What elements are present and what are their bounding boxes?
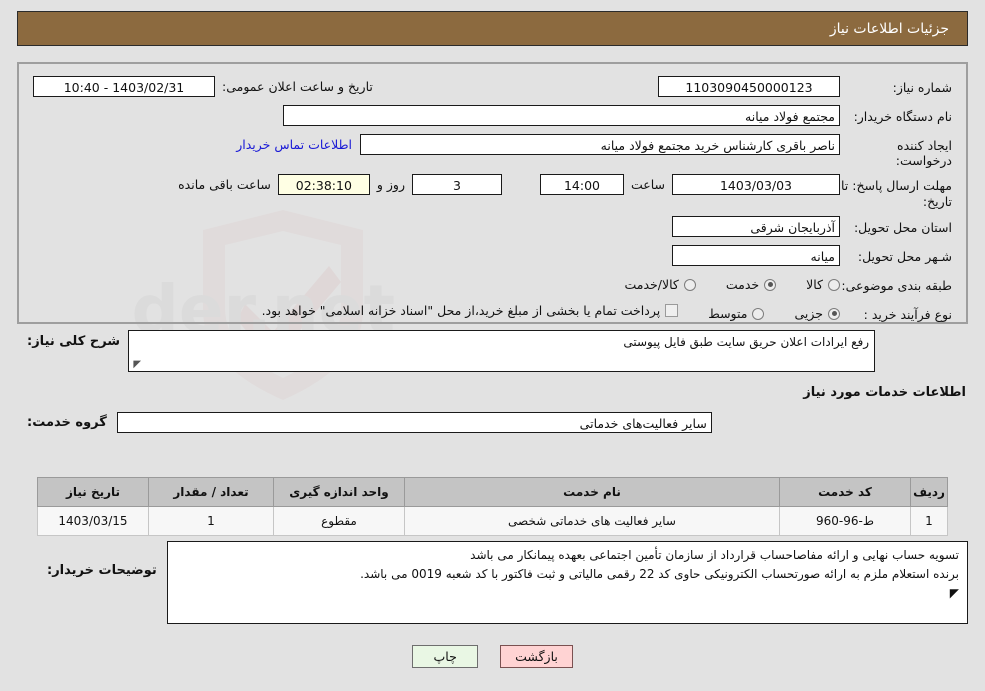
deadline-label: مهلت ارسال پاسخ: تا تاریخ: — [841, 178, 952, 209]
process-radio-group: جزیی متوسط — [682, 303, 840, 321]
general-description-label: شرح کلی نیاز: — [27, 334, 121, 349]
row-category: طبقه بندی موضوعی: کالا خدمت کالا/خدمت — [33, 274, 952, 297]
buyer-notes-section: تسویه حساب نهایی و ارائه مفاصاحساب قرارد… — [37, 541, 968, 624]
buyer-notes-label: توضیحات خریدار: — [47, 563, 157, 578]
hour-label: ساعت — [630, 177, 665, 192]
need-number-label: شماره نیاز: — [892, 80, 952, 95]
cell-quantity: 1 — [148, 506, 274, 536]
process-option-label: جزیی — [794, 306, 823, 321]
col-need-date: تاریخ نیاز — [37, 477, 149, 507]
service-group-label: گروه خدمت: — [27, 415, 107, 430]
row-general-description: رفع ایرادات اعلان حریق سایت طبق فایل پیو… — [17, 330, 968, 372]
category-label: طبقه بندی موضوعی: — [841, 278, 952, 293]
radio-circle-icon — [828, 278, 840, 291]
category-option-khedmat[interactable]: خدمت — [725, 277, 777, 292]
days-and-label: روز و — [376, 177, 405, 192]
col-quantity: تعداد / مقدار — [148, 477, 274, 507]
row-city: شـهر محل تحویل: میانه — [33, 245, 952, 268]
service-group-value: سایر فعالیت‌های خدماتی — [116, 412, 712, 433]
process-option-label: متوسط — [708, 306, 748, 321]
need-info-panel: شماره نیاز: 1103090450000123 تاریخ و ساع… — [17, 62, 968, 324]
cell-need-date: 1403/03/15 — [37, 506, 149, 536]
resize-grip-icon[interactable]: ◤ — [131, 360, 141, 370]
treasury-checkbox-item[interactable]: پرداخت تمام یا بخشی از مبلغ خرید،از محل … — [262, 303, 679, 318]
radio-circle-icon — [683, 278, 696, 291]
back-button[interactable]: بازگشت — [500, 645, 573, 668]
deadline-time-value: 14:00 — [539, 174, 624, 195]
buyer-contact-link[interactable]: اطلاعات تماس خریدار — [228, 134, 360, 155]
city-label: شـهر محل تحویل: — [857, 249, 952, 264]
category-option-kala[interactable]: کالا — [806, 277, 840, 292]
row-buyer-org: نام دستگاه خریدار: مجتمع فولاد میانه — [33, 105, 952, 128]
page-title: جزئیات اطلاعات نیاز — [829, 20, 949, 37]
need-number-value: 1103090450000123 — [658, 76, 840, 97]
col-index: ردیف — [910, 477, 948, 507]
category-option-label: کالا — [806, 277, 823, 292]
row-province: استان محل تحویل: آذربایجان شرقی — [33, 216, 952, 239]
resize-grip-icon[interactable]: ◤ — [950, 586, 959, 600]
row-need-number: شماره نیاز: 1103090450000123 تاریخ و ساع… — [33, 76, 952, 99]
cell-service-name: سایر فعالیت های خدماتی شخصی — [404, 506, 780, 536]
remaining-days-value: 3 — [411, 174, 502, 195]
category-option-label: کالا/خدمت — [624, 277, 679, 292]
buyer-org-label: نام دستگاه خریدار: — [853, 109, 952, 124]
footer-actions: بازگشت چاپ — [0, 645, 985, 668]
general-description-textarea[interactable]: رفع ایرادات اعلان حریق سایت طبق فایل پیو… — [128, 330, 876, 372]
process-option-motevaset[interactable]: متوسط — [708, 306, 765, 321]
general-description-value: رفع ایرادات اعلان حریق سایت طبق فایل پیو… — [623, 335, 870, 349]
cell-index: 1 — [910, 506, 948, 536]
remaining-timer-value: 02:38:10 — [277, 174, 370, 195]
public-announce-label: تاریخ و ساعت اعلان عمومی: — [222, 79, 373, 94]
row-process-type: نوع فرآیند خرید : جزیی متوسط پرداخت تمام… — [33, 303, 952, 326]
row-service-group: سایر فعالیت‌های خدماتی گروه خدمت: — [17, 412, 968, 433]
row-creator: ایجاد کننده درخواست: ناصر باقری کارشناس … — [33, 134, 952, 168]
table-row: 1 ط-96-960 سایر فعالیت های خدماتی شخصی م… — [37, 506, 948, 536]
col-service-code: کد خدمت — [779, 477, 911, 507]
cell-service-code: ط-96-960 — [779, 506, 911, 536]
description-section: رفع ایرادات اعلان حریق سایت طبق فایل پیو… — [17, 330, 968, 465]
public-announce-value: 1403/02/31 - 10:40 — [33, 76, 215, 97]
services-table: ردیف کد خدمت نام خدمت واحد اندازه گیری ت… — [37, 477, 948, 536]
radio-circle-selected-icon — [828, 307, 840, 320]
buyer-org-value: مجتمع فولاد میانه — [283, 105, 840, 126]
category-radio-group: کالا خدمت کالا/خدمت — [598, 274, 840, 292]
province-label: استان محل تحویل: — [853, 220, 952, 235]
page-title-bar: جزئیات اطلاعات نیاز — [17, 11, 968, 46]
creator-label: ایجاد کننده درخواست: — [895, 138, 952, 168]
category-option-label: خدمت — [725, 277, 760, 292]
buyer-notes-textarea[interactable]: تسویه حساب نهایی و ارائه مفاصاحساب قرارد… — [166, 541, 968, 624]
province-value: آذربایجان شرقی — [672, 216, 840, 237]
treasury-checkbox-label: پرداخت تمام یا بخشی از مبلغ خرید،از محل … — [261, 303, 661, 318]
col-unit: واحد اندازه گیری — [273, 477, 405, 507]
row-deadline: مهلت ارسال پاسخ: تا تاریخ: 1403/03/03 سا… — [33, 174, 952, 210]
services-section-heading: اطلاعات خدمات مورد نیاز — [803, 385, 966, 400]
buyer-notes-line-1: تسویه حساب نهایی و ارائه مفاصاحساب قرارد… — [470, 548, 959, 562]
remaining-suffix-label: ساعت باقی مانده — [178, 177, 271, 192]
radio-circle-selected-icon — [764, 278, 777, 291]
process-label: نوع فرآیند خرید : — [863, 307, 952, 322]
print-button[interactable]: چاپ — [412, 645, 479, 668]
process-option-jozei[interactable]: جزیی — [794, 306, 840, 321]
radio-circle-icon — [752, 307, 765, 320]
col-service-name: نام خدمت — [404, 477, 780, 507]
checkbox-icon — [665, 304, 679, 317]
city-value: میانه — [672, 245, 840, 266]
cell-unit: مقطوع — [273, 506, 405, 536]
services-table-wrapper: ردیف کد خدمت نام خدمت واحد اندازه گیری ت… — [37, 477, 948, 536]
buyer-notes-line-2: برنده استعلام ملزم به ارائه صورتحساب الک… — [360, 567, 959, 581]
category-option-kala-khedmat[interactable]: کالا/خدمت — [624, 277, 696, 292]
deadline-date-value: 1403/03/03 — [672, 174, 840, 195]
creator-value: ناصر باقری کارشناس خرید مجتمع فولاد میان… — [360, 134, 840, 155]
table-header-row: ردیف کد خدمت نام خدمت واحد اندازه گیری ت… — [37, 477, 948, 507]
